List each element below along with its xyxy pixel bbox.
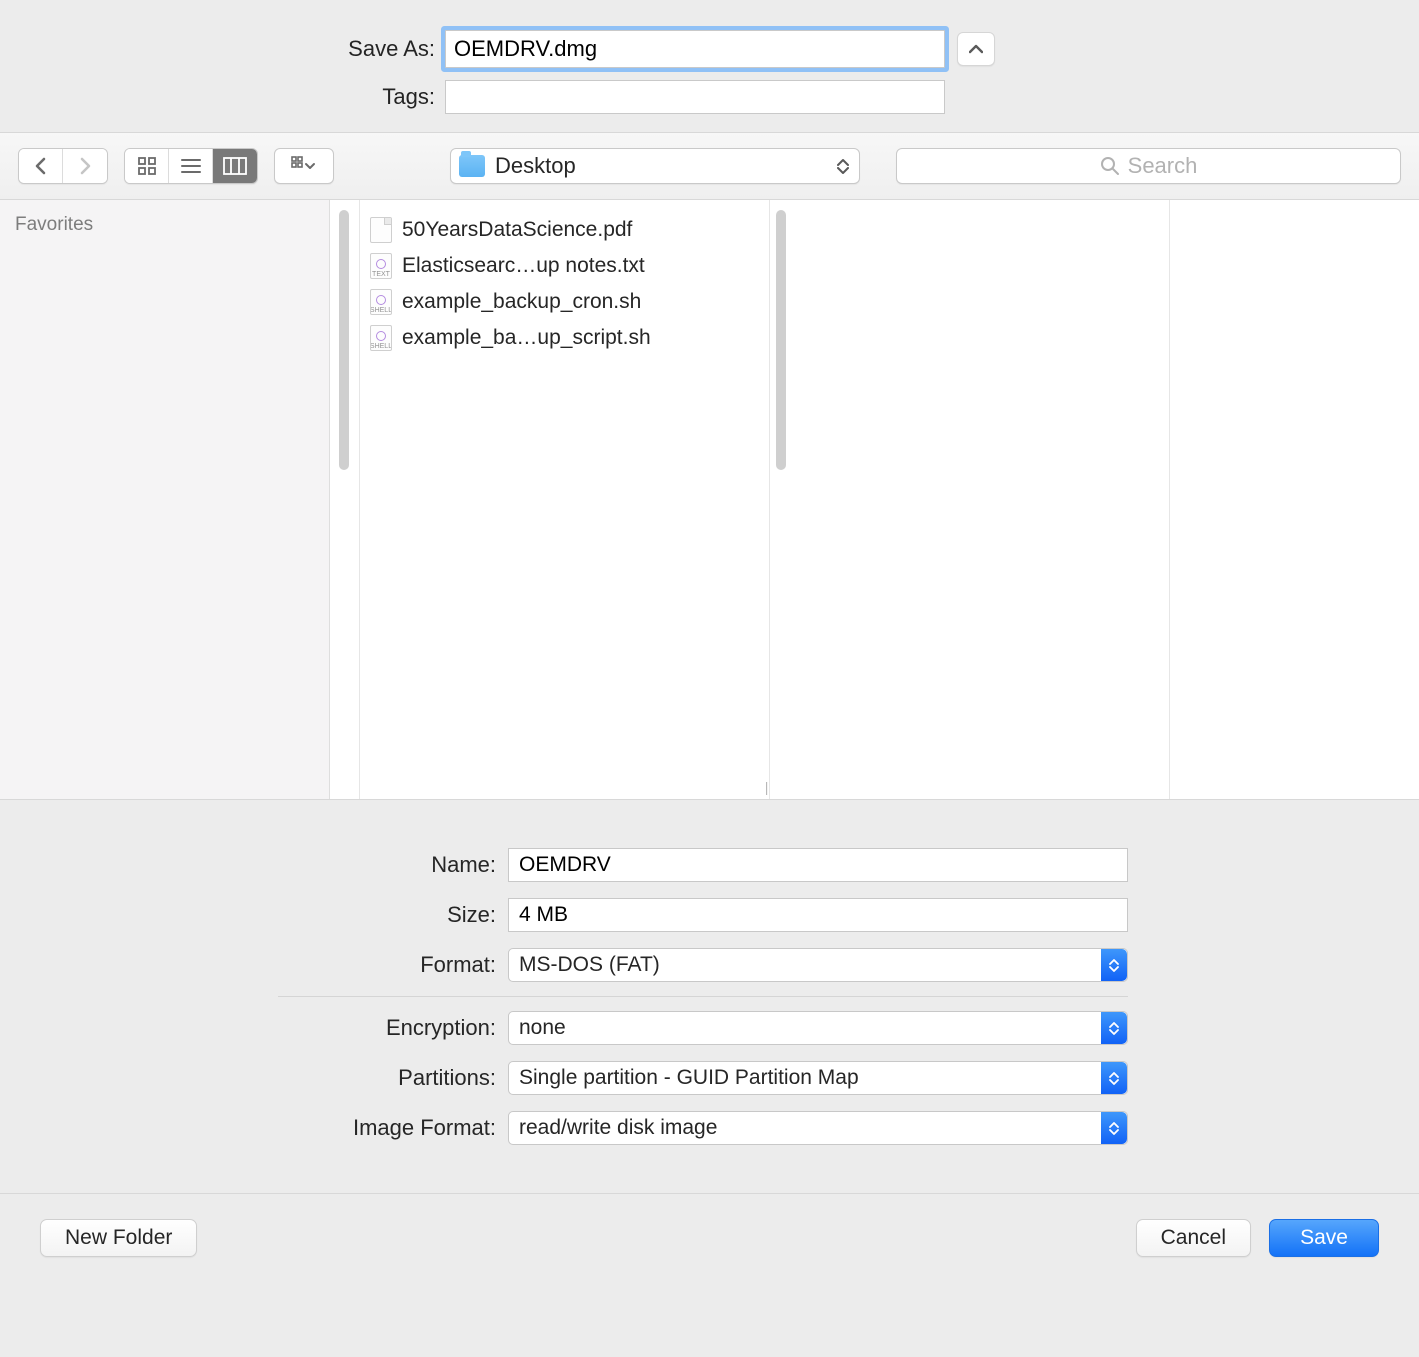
options-panel: Name: Size: Format: MS-DOS (FAT) Encrypt… <box>0 800 1419 1194</box>
opt-name-label: Name: <box>18 852 508 878</box>
file-row[interactable]: SHELL example_ba…up_script.sh <box>370 320 765 356</box>
opt-format-select[interactable]: MS-DOS (FAT) <box>508 948 1128 982</box>
select-arrows-icon <box>1101 1012 1127 1044</box>
opt-partitions-select[interactable]: Single partition - GUID Partition Map <box>508 1061 1128 1095</box>
tags-input[interactable] <box>445 80 945 114</box>
opt-image-format-row: Image Format: read/write disk image <box>18 1103 1401 1153</box>
opt-encryption-select[interactable]: none <box>508 1011 1128 1045</box>
chevron-up-icon <box>969 44 983 54</box>
updown-icon <box>837 158 849 175</box>
save-as-input[interactable] <box>445 30 945 68</box>
file-icon <box>370 217 392 243</box>
opt-partitions-value: Single partition - GUID Partition Map <box>519 1066 859 1090</box>
view-mode-group <box>124 148 258 184</box>
location-popup[interactable]: Desktop <box>450 148 860 184</box>
column-prev[interactable] <box>330 200 360 799</box>
chevron-right-icon <box>78 157 92 175</box>
search-icon <box>1100 156 1120 176</box>
opt-name-input[interactable] <box>508 848 1128 882</box>
save-as-row: Save As: <box>0 30 1419 68</box>
cancel-label: Cancel <box>1161 1226 1226 1250</box>
opt-image-format-value: read/write disk image <box>519 1116 717 1140</box>
column-empty[interactable] <box>770 200 1170 799</box>
new-folder-label: New Folder <box>65 1226 172 1250</box>
grid-icon <box>137 156 157 176</box>
opt-encryption-value: none <box>519 1016 566 1040</box>
opt-encryption-label: Encryption: <box>18 1015 508 1041</box>
file-row[interactable]: SHELL example_backup_cron.sh <box>370 284 765 320</box>
opt-partitions-label: Partitions: <box>18 1065 508 1091</box>
tags-row: Tags: <box>0 80 1419 114</box>
search-input[interactable]: Search <box>896 148 1401 184</box>
new-folder-button[interactable]: New Folder <box>40 1219 197 1257</box>
save-button[interactable]: Save <box>1269 1219 1379 1257</box>
view-column-button[interactable] <box>213 149 257 183</box>
opt-name-row: Name: <box>18 840 1401 890</box>
nav-back-forward <box>18 148 108 184</box>
file-icon: SHELL <box>370 289 392 315</box>
columns-icon <box>223 157 247 175</box>
file-browser: Favorites 50YearsDataScience.pdf TEXT El… <box>0 200 1419 800</box>
opt-image-format-select[interactable]: read/write disk image <box>508 1111 1128 1145</box>
select-arrows-icon <box>1101 1112 1127 1144</box>
opt-image-format-label: Image Format: <box>18 1115 508 1141</box>
column-empty[interactable] <box>1170 200 1419 799</box>
file-icon: SHELL <box>370 325 392 351</box>
file-icon: TEXT <box>370 253 392 279</box>
chevron-left-icon <box>34 157 48 175</box>
tags-label: Tags: <box>0 84 445 110</box>
opt-format-label: Format: <box>18 952 508 978</box>
scrollbar[interactable] <box>339 210 349 470</box>
nav-forward-button[interactable] <box>63 149 107 183</box>
opt-format-value: MS-DOS (FAT) <box>519 953 660 977</box>
bottom-bar: New Folder Cancel Save <box>0 1194 1419 1282</box>
column-files[interactable]: 50YearsDataScience.pdf TEXT Elasticsearc… <box>360 200 770 799</box>
sidebar-favorites-heading: Favorites <box>15 214 314 236</box>
folder-icon <box>459 155 485 177</box>
scrollbar[interactable] <box>776 210 786 470</box>
options-divider <box>278 996 1128 997</box>
select-arrows-icon <box>1101 1062 1127 1094</box>
search-placeholder: Search <box>1128 153 1198 179</box>
list-icon <box>180 157 202 175</box>
opt-encryption-row: Encryption: none <box>18 1003 1401 1053</box>
column-view: 50YearsDataScience.pdf TEXT Elasticsearc… <box>330 200 1419 799</box>
save-header: Save As: Tags: <box>0 0 1419 132</box>
view-list-button[interactable] <box>169 149 213 183</box>
select-arrows-icon <box>1101 949 1127 981</box>
file-name: example_backup_cron.sh <box>402 290 641 314</box>
opt-format-row: Format: MS-DOS (FAT) <box>18 940 1401 990</box>
nav-back-button[interactable] <box>19 149 63 183</box>
opt-size-row: Size: <box>18 890 1401 940</box>
file-name: Elasticsearc…up notes.txt <box>402 254 645 278</box>
opt-size-input[interactable] <box>508 898 1128 932</box>
file-row[interactable]: TEXT Elasticsearc…up notes.txt <box>370 248 765 284</box>
opt-partitions-row: Partitions: Single partition - GUID Part… <box>18 1053 1401 1103</box>
save-as-label: Save As: <box>0 36 445 62</box>
file-name: example_ba…up_script.sh <box>402 326 651 350</box>
sidebar: Favorites <box>0 200 330 799</box>
arrange-icon <box>291 156 317 176</box>
file-name: 50YearsDataScience.pdf <box>402 218 632 242</box>
save-label: Save <box>1300 1226 1348 1250</box>
cancel-button[interactable]: Cancel <box>1136 1219 1251 1257</box>
location-label: Desktop <box>495 153 837 179</box>
file-list: 50YearsDataScience.pdf TEXT Elasticsearc… <box>360 200 769 356</box>
view-icon-button[interactable] <box>125 149 169 183</box>
expand-toggle-button[interactable] <box>957 32 995 66</box>
file-row[interactable]: 50YearsDataScience.pdf <box>370 212 765 248</box>
arrange-button[interactable] <box>274 148 334 184</box>
opt-size-label: Size: <box>18 902 508 928</box>
finder-toolbar: Desktop Search <box>0 132 1419 200</box>
